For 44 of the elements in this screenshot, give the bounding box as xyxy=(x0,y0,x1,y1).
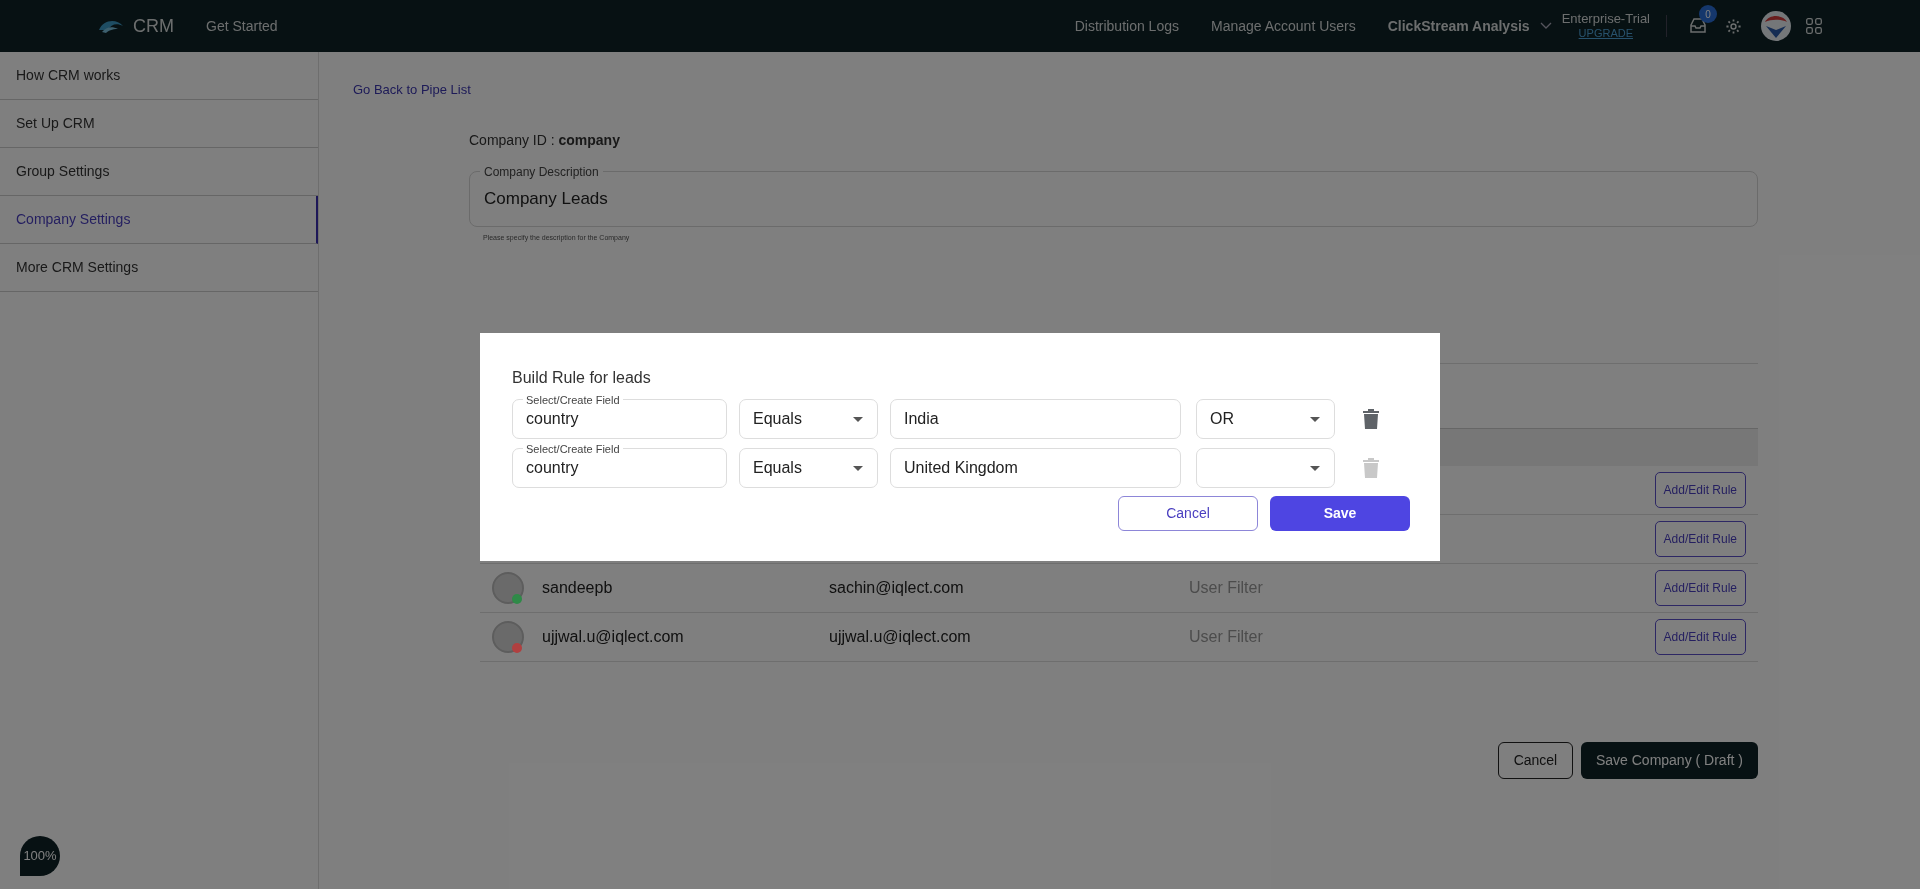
caret-icon xyxy=(852,464,864,472)
plan-name: Enterprise-Trial xyxy=(1561,12,1650,26)
sidebar-item[interactable]: Group Settings xyxy=(0,148,318,196)
user-name: sandeepb xyxy=(542,578,614,598)
operator-select[interactable]: Equals xyxy=(739,448,878,488)
delete-icon[interactable] xyxy=(1363,409,1379,429)
upgrade-link[interactable]: UPGRADE xyxy=(1578,26,1633,40)
user-name: ujjwal.u@iqlect.com xyxy=(542,627,685,647)
sidebar-item[interactable]: Company Settings xyxy=(0,196,318,244)
chevron-down-icon[interactable] xyxy=(1539,22,1552,30)
inbox-icon[interactable] xyxy=(1689,18,1707,34)
sidebar-item[interactable]: More CRM Settings xyxy=(0,244,318,292)
settings-icon[interactable] xyxy=(1725,17,1742,35)
save-button[interactable]: Save xyxy=(1270,496,1410,531)
value-field[interactable]: United Kingdom xyxy=(890,448,1181,488)
caret-icon xyxy=(1309,464,1321,472)
cancel-button[interactable]: Cancel xyxy=(1497,742,1573,779)
nav-link[interactable]: Distribution Logs xyxy=(1074,15,1179,37)
notification-badge: 0 xyxy=(1699,5,1717,23)
cancel-button[interactable]: Cancel xyxy=(1118,496,1258,531)
app-title: CRM xyxy=(133,14,174,38)
save-draft-button[interactable]: Save Company ( Draft ) xyxy=(1580,742,1758,779)
get-started-link[interactable]: Get Started xyxy=(206,15,278,37)
add-edit-rule-button[interactable]: Add/Edit Rule xyxy=(1654,521,1746,557)
apps-grid-icon[interactable] xyxy=(1806,18,1822,34)
connector-select[interactable]: OR xyxy=(1196,399,1335,439)
caret-icon xyxy=(1309,415,1321,423)
back-link[interactable]: Go Back to Pipe List xyxy=(353,80,1758,100)
nav-link[interactable]: ClickStream Analysis xyxy=(1387,15,1530,37)
add-edit-rule-button[interactable]: Add/Edit Rule xyxy=(1654,472,1746,508)
caret-icon xyxy=(852,415,864,423)
add-edit-rule-button[interactable]: Add/Edit Rule xyxy=(1654,619,1746,655)
add-edit-rule-button[interactable]: Add/Edit Rule xyxy=(1654,570,1746,606)
company-id: Company ID : company xyxy=(469,130,621,150)
user-email: ujjwal.u@iqlect.com xyxy=(829,627,972,647)
sidebar-item[interactable]: Set Up CRM xyxy=(0,100,318,148)
dialog-title: Build Rule for leads xyxy=(512,368,652,388)
nav-link[interactable]: Manage Account Users xyxy=(1211,15,1356,37)
logo-icon xyxy=(98,18,124,34)
user-email: sachin@iqlect.com xyxy=(829,578,965,598)
value-field[interactable]: India xyxy=(890,399,1181,439)
operator-select[interactable]: Equals xyxy=(739,399,878,439)
avatar-icon[interactable] xyxy=(1760,10,1792,42)
sidebar-item[interactable]: How CRM works xyxy=(0,52,318,100)
